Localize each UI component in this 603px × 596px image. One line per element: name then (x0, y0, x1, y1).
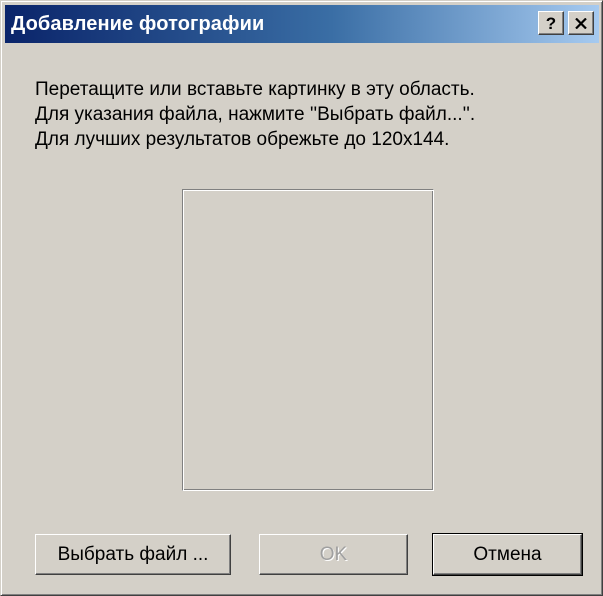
photo-dialog: Добавление фотографии ? Перетащите или в… (0, 0, 603, 596)
help-icon: ? (545, 13, 557, 33)
choose-file-label: Выбрать файл ... (57, 543, 209, 565)
ok-label: OK (319, 543, 348, 565)
cancel-label: Отмена (473, 543, 542, 565)
help-button[interactable]: ? (538, 11, 564, 35)
dialog-title: Добавление фотографии (11, 12, 265, 35)
title-bar[interactable]: Добавление фотографии ? (5, 5, 599, 43)
instruction-line-3: Для лучших результатов обрежьте до 120x1… (35, 129, 450, 150)
ok-button[interactable]: OK (259, 534, 408, 575)
choose-file-button[interactable]: Выбрать файл ... (35, 534, 231, 575)
close-icon (575, 17, 587, 29)
cancel-button[interactable]: Отмена (432, 533, 583, 576)
instructions-text: Перетащите или вставьте картинку в эту о… (35, 77, 475, 152)
instruction-line-2: Для указания файла, нажмите ''Выбрать фа… (35, 104, 476, 125)
photo-drop-area[interactable] (182, 189, 434, 491)
instruction-line-1: Перетащите или вставьте картинку в эту о… (35, 79, 475, 100)
close-button[interactable] (568, 11, 594, 35)
